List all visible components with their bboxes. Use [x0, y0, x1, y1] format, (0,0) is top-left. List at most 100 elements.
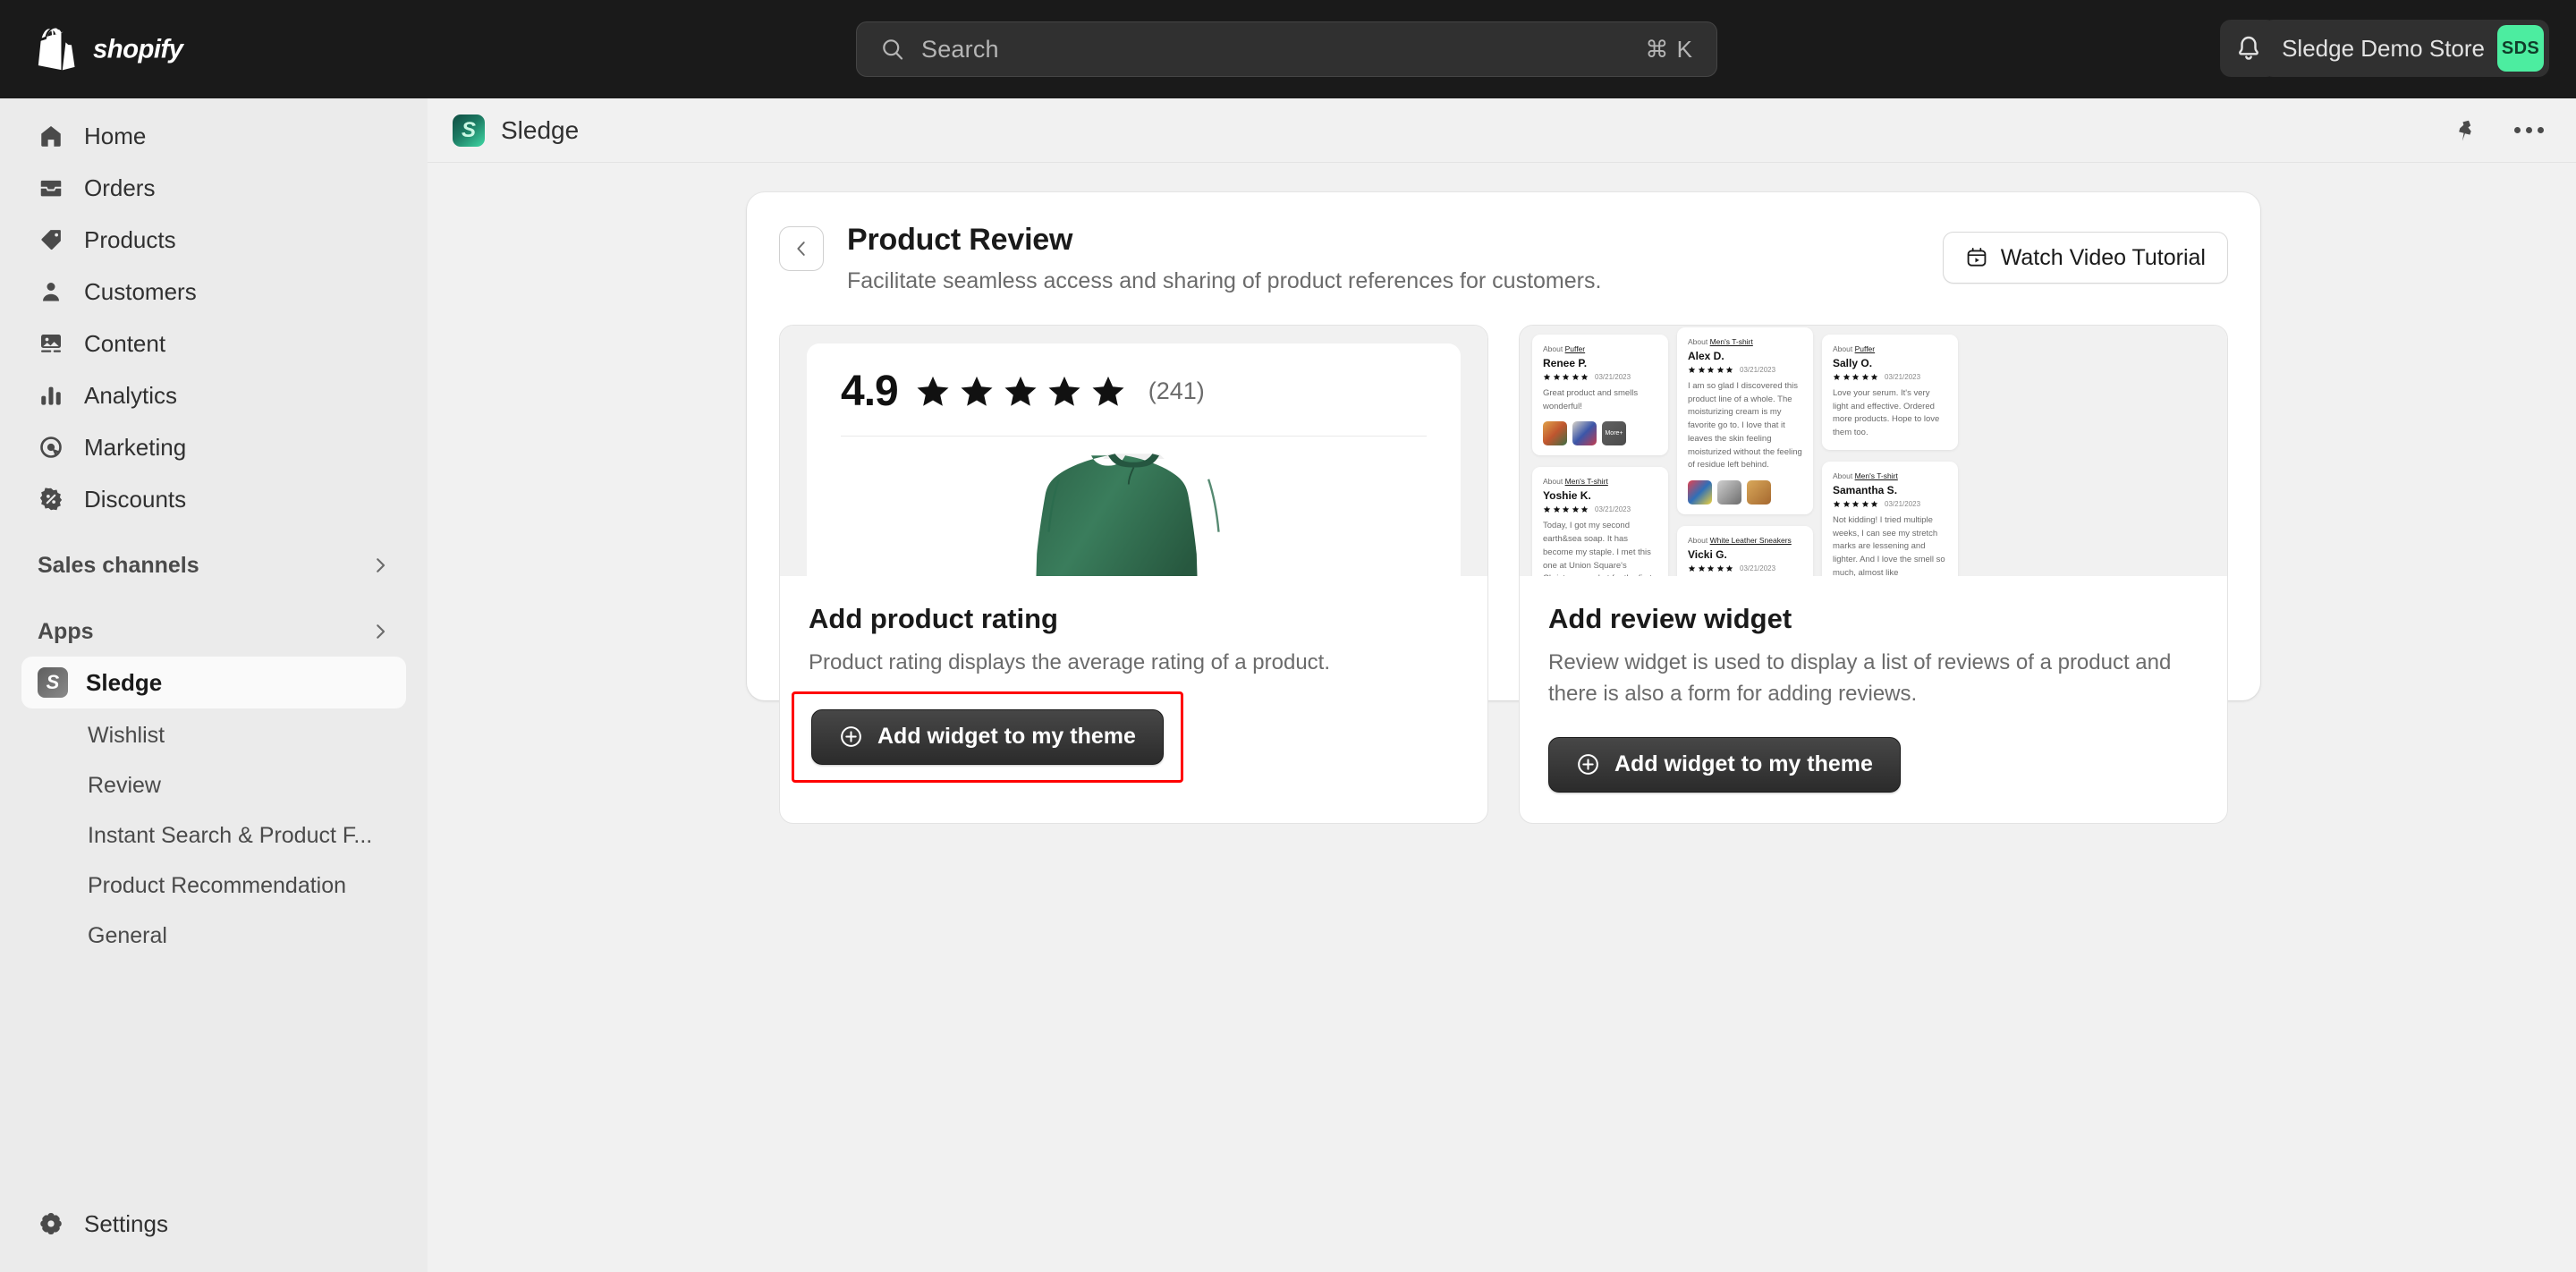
sidebar-item-instant-search[interactable]: Instant Search & Product F... [21, 810, 406, 861]
star-icon [1698, 366, 1706, 374]
sidebar-item-product-recommendation[interactable]: Product Recommendation [21, 861, 406, 911]
sidebar-item-general[interactable]: General [21, 911, 406, 961]
search-input[interactable]: Search ⌘ K [856, 21, 1717, 77]
sidebar-item-label: Content [84, 330, 165, 358]
sidebar-item-label: Products [84, 226, 176, 254]
sidebar-item-sledge[interactable]: S Sledge [21, 657, 406, 708]
divider [841, 436, 1427, 437]
star-icon [1572, 505, 1580, 513]
product-name[interactable]: Men's T-shirt [1710, 337, 1753, 346]
back-button[interactable] [779, 226, 824, 271]
review-stars [1688, 564, 1733, 572]
chevron-right-icon [370, 622, 390, 641]
star-icon [1543, 505, 1551, 513]
sidebar: Home Orders Products Customers Content [0, 98, 428, 1272]
review-photo[interactable] [1543, 421, 1567, 445]
sidebar-item-discounts[interactable]: Discounts [21, 474, 406, 524]
star-icon [1553, 505, 1561, 513]
more-menu-icon[interactable] [2514, 127, 2544, 133]
tag-icon [38, 226, 64, 253]
add-widget-to-theme-button[interactable]: Add widget to my theme [811, 709, 1164, 765]
store-switcher[interactable]: Sledge Demo Store SDS [2262, 20, 2549, 77]
rating-stars [914, 373, 1127, 411]
product-name[interactable]: Men's T-shirt [1855, 471, 1898, 480]
sidebar-item-wishlist[interactable]: Wishlist [21, 710, 406, 760]
sidebar-section-apps[interactable]: Apps [21, 606, 406, 657]
sidebar-subitem-label: Product Recommendation [88, 873, 346, 899]
product-name[interactable]: Puffer [1565, 344, 1586, 353]
add-widget-label: Add widget to my theme [877, 724, 1136, 750]
sweatshirt-illustration [841, 442, 1427, 576]
sidebar-item-label: Marketing [84, 434, 186, 462]
pin-icon[interactable] [2453, 118, 2479, 143]
person-icon [38, 278, 64, 305]
sidebar-item-review[interactable]: Review [21, 760, 406, 810]
review-photo[interactable] [1717, 480, 1741, 505]
sidebar-item-content[interactable]: Content [21, 318, 406, 369]
product-name[interactable]: White Leather Sneakers [1710, 536, 1792, 545]
sidebar-subitem-label: Wishlist [88, 723, 165, 749]
star-icon [1852, 373, 1860, 381]
star-icon [1870, 373, 1878, 381]
reviewer-name: Sally O. [1833, 357, 1947, 369]
chevron-right-icon [370, 555, 390, 575]
review-product: About Men's T-shirt [1688, 337, 1802, 346]
sidebar-item-customers[interactable]: Customers [21, 267, 406, 317]
sidebar-item-marketing[interactable]: Marketing [21, 422, 406, 472]
sidebar-item-analytics[interactable]: Analytics [21, 370, 406, 420]
sidebar-item-products[interactable]: Products [21, 215, 406, 265]
widget-list: 4.9 (241) [779, 325, 2228, 824]
review-date: 03/21/2023 [1885, 500, 1920, 508]
star-icon [1688, 564, 1696, 572]
plus-circle-icon [1576, 752, 1600, 776]
sidebar-section-sales-channels[interactable]: Sales channels [21, 540, 406, 590]
sidebar-item-settings[interactable]: Settings [21, 1199, 406, 1249]
review-widget-preview: About Puffer Renee P. [1520, 326, 2227, 576]
review-product: About Puffer [1833, 344, 1947, 353]
about-label: About [1833, 471, 1852, 480]
home-icon [38, 123, 64, 149]
review-photo-more[interactable]: More+ [1602, 421, 1626, 445]
review-product: About White Leather Sneakers [1688, 536, 1802, 545]
widget-title: Add product rating [809, 603, 1459, 635]
app-title: Sledge [501, 116, 579, 145]
star-icon [1553, 373, 1561, 381]
review-photo[interactable] [1688, 480, 1712, 505]
review-photo[interactable] [1747, 480, 1771, 505]
avatar: SDS [2497, 25, 2544, 72]
watch-video-tutorial-button[interactable]: Watch Video Tutorial [1943, 232, 2228, 284]
sidebar-item-home[interactable]: Home [21, 111, 406, 161]
about-label: About [1833, 344, 1852, 353]
sidebar-item-label: Analytics [84, 382, 177, 410]
sidebar-item-label: Sledge [86, 669, 162, 697]
star-icon [1562, 505, 1570, 513]
sidebar-subitem-label: General [88, 923, 167, 949]
review-column: About Men's T-shirt Alex D. [1677, 327, 1813, 576]
star-icon [1580, 373, 1589, 381]
review-text: Love your serum. It's very light and eff… [1833, 387, 1947, 440]
more-photos-label: More+ [1602, 421, 1626, 445]
review-date: 03/21/2023 [1740, 366, 1775, 374]
about-label: About [1688, 536, 1707, 545]
product-name[interactable]: Puffer [1855, 344, 1876, 353]
shopify-logo[interactable]: shopify [38, 27, 229, 72]
store-name: Sledge Demo Store [2282, 35, 2485, 63]
search-shortcut: ⌘ K [1645, 36, 1693, 64]
widget-card-product-rating: 4.9 (241) [779, 325, 1488, 824]
add-widget-to-theme-button[interactable]: Add widget to my theme [1548, 737, 1901, 793]
sidebar-subitem-label: Instant Search & Product F... [88, 823, 372, 849]
review-date: 03/21/2023 [1595, 373, 1631, 381]
review-card: About Puffer Renee P. [1532, 335, 1668, 455]
video-tutorial-icon [1965, 246, 1988, 269]
review-photo[interactable] [1572, 421, 1597, 445]
star-icon [1843, 500, 1851, 508]
review-stars [1543, 505, 1589, 513]
sidebar-item-orders[interactable]: Orders [21, 163, 406, 213]
product-image [841, 442, 1427, 576]
star-icon [1698, 564, 1706, 572]
highlight-box: Add widget to my theme [792, 691, 1183, 783]
image-icon [38, 330, 64, 357]
widget-card-review-widget: About Puffer Renee P. [1519, 325, 2228, 824]
product-name[interactable]: Men's T-shirt [1565, 477, 1608, 486]
product-review-card: Product Review Facilitate seamless acces… [747, 192, 2260, 700]
